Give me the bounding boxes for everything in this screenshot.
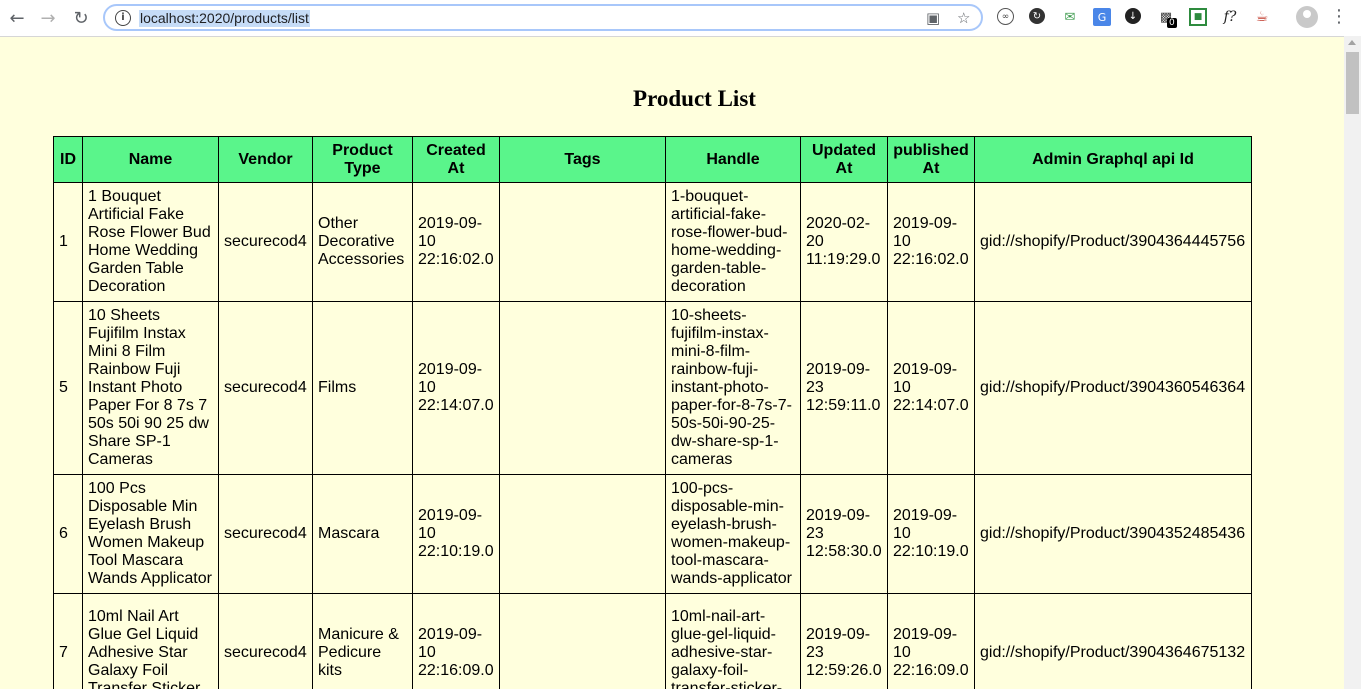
extension-download-icon[interactable]: ↓ bbox=[1125, 8, 1141, 24]
cell-name: 10ml Nail Art Glue Gel Liquid Adhesive S… bbox=[82, 593, 219, 689]
java-cup-icon[interactable]: ☕ bbox=[1253, 8, 1271, 26]
address-bar[interactable]: i localhost:2020/products/list ▣ ☆ bbox=[103, 4, 983, 31]
extension-mail-icon[interactable]: ✉ bbox=[1061, 8, 1079, 26]
table-header-row: ID Name Vendor Product Type Created At T… bbox=[53, 136, 1252, 183]
back-arrow-icon[interactable]: ← bbox=[5, 6, 29, 30]
cast-icon[interactable]: ▣ bbox=[926, 9, 940, 27]
browser-toolbar: ← → ↻ i localhost:2020/products/list ▣ ☆… bbox=[0, 0, 1361, 37]
cell-admin-graphql-api-id: gid://shopify/Product/3904352485436 bbox=[974, 474, 1252, 594]
column-header-created-at: Created At bbox=[412, 136, 500, 183]
cell-tags bbox=[499, 301, 666, 475]
cell-admin-graphql-api-id: gid://shopify/Product/3904364445756 bbox=[974, 182, 1252, 302]
cell-vendor: securecod4 bbox=[218, 474, 313, 594]
cell-updated-at: 2019-09-23 12:58:30.0 bbox=[800, 474, 888, 594]
bookmark-star-icon[interactable]: ☆ bbox=[957, 9, 970, 27]
cell-tags bbox=[499, 182, 666, 302]
table-row: 6 100 Pcs Disposable Min Eyelash Brush W… bbox=[53, 474, 1252, 594]
cell-product-type: Manicure & Pedicure kits bbox=[312, 593, 413, 689]
products-table: ID Name Vendor Product Type Created At T… bbox=[53, 136, 1252, 689]
cell-created-at: 2019-09-10 22:16:09.0 bbox=[412, 593, 500, 689]
cell-handle: 10-sheets-fujifilm-instax-mini-8-film-ra… bbox=[665, 301, 801, 475]
cell-updated-at: 2020-02-20 11:19:29.0 bbox=[800, 182, 888, 302]
cell-product-type: Mascara bbox=[312, 474, 413, 594]
column-header-name: Name bbox=[82, 136, 219, 183]
cell-handle: 100-pcs-disposable-min-eyelash-brush-wom… bbox=[665, 474, 801, 594]
cell-name: 10 Sheets Fujifilm Instax Mini 8 Film Ra… bbox=[82, 301, 219, 475]
cell-published-at: 2019-09-10 22:14:07.0 bbox=[887, 301, 975, 475]
cell-vendor: securecod4 bbox=[218, 182, 313, 302]
cell-created-at: 2019-09-10 22:14:07.0 bbox=[412, 301, 500, 475]
cell-created-at: 2019-09-10 22:16:02.0 bbox=[412, 182, 500, 302]
profile-avatar-icon[interactable] bbox=[1296, 6, 1318, 28]
cell-vendor: securecod4 bbox=[218, 301, 313, 475]
column-header-product-type: Product Type bbox=[312, 136, 413, 183]
table-row: 5 10 Sheets Fujifilm Instax Mini 8 Film … bbox=[53, 301, 1252, 475]
reload-icon[interactable]: ↻ bbox=[69, 6, 93, 30]
cell-updated-at: 2019-09-23 12:59:26.0 bbox=[800, 593, 888, 689]
cell-handle: 1-bouquet-artificial-fake-rose-flower-bu… bbox=[665, 182, 801, 302]
cell-created-at: 2019-09-10 22:10:19.0 bbox=[412, 474, 500, 594]
extension-globe-icon[interactable]: ∞ bbox=[997, 8, 1014, 25]
cell-published-at: 2019-09-10 22:16:09.0 bbox=[887, 593, 975, 689]
cell-handle: 10ml-nail-art-glue-gel-liquid-adhesive-s… bbox=[665, 593, 801, 689]
page-scrollbar[interactable] bbox=[1344, 36, 1361, 689]
table-row: 1 1 Bouquet Artificial Fake Rose Flower … bbox=[53, 182, 1252, 302]
forward-arrow-icon[interactable]: → bbox=[36, 6, 60, 30]
cell-product-type: Other Decorative Accessories bbox=[312, 182, 413, 302]
extension-badge: 0 bbox=[1167, 18, 1177, 28]
scroll-up-arrow-icon[interactable] bbox=[1348, 40, 1356, 45]
column-header-updated-at: Updated At bbox=[800, 136, 888, 183]
extension-fx-icon[interactable]: f? bbox=[1221, 8, 1239, 26]
cell-id: 1 bbox=[53, 182, 83, 302]
cell-admin-graphql-api-id: gid://shopify/Product/3904364675132 bbox=[974, 593, 1252, 689]
cell-name: 100 Pcs Disposable Min Eyelash Brush Wom… bbox=[82, 474, 219, 594]
column-header-published-at: published At bbox=[887, 136, 975, 183]
column-header-tags: Tags bbox=[499, 136, 666, 183]
page-title: Product List bbox=[633, 86, 756, 111]
cell-id: 7 bbox=[53, 593, 83, 689]
cell-admin-graphql-api-id: gid://shopify/Product/3904360546364 bbox=[974, 301, 1252, 475]
cell-vendor: securecod4 bbox=[218, 593, 313, 689]
column-header-vendor: Vendor bbox=[218, 136, 313, 183]
info-icon[interactable]: i bbox=[115, 10, 131, 26]
cell-id: 5 bbox=[53, 301, 83, 475]
cell-tags bbox=[499, 593, 666, 689]
cell-name: 1 Bouquet Artificial Fake Rose Flower Bu… bbox=[82, 182, 219, 302]
table-row: 7 10ml Nail Art Glue Gel Liquid Adhesive… bbox=[53, 593, 1252, 689]
extension-puzzle-icon[interactable]: ▩ 0 bbox=[1157, 8, 1177, 28]
url-text[interactable]: localhost:2020/products/list bbox=[139, 10, 310, 27]
column-header-admin-graphql-api-id: Admin Graphql api Id bbox=[974, 136, 1252, 183]
google-translate-icon[interactable]: G bbox=[1093, 8, 1111, 26]
column-header-handle: Handle bbox=[665, 136, 801, 183]
cell-updated-at: 2019-09-23 12:59:11.0 bbox=[800, 301, 888, 475]
cell-published-at: 2019-09-10 22:10:19.0 bbox=[887, 474, 975, 594]
extension-sync-icon[interactable]: ↻ bbox=[1029, 8, 1045, 24]
cell-product-type: Films bbox=[312, 301, 413, 475]
cell-tags bbox=[499, 474, 666, 594]
cell-published-at: 2019-09-10 22:16:02.0 bbox=[887, 182, 975, 302]
column-header-id: ID bbox=[53, 136, 83, 183]
kebab-menu-icon[interactable]: ⋮ bbox=[1330, 6, 1348, 30]
extension-square-icon[interactable]: ■ bbox=[1189, 8, 1207, 26]
cell-id: 6 bbox=[53, 474, 83, 594]
